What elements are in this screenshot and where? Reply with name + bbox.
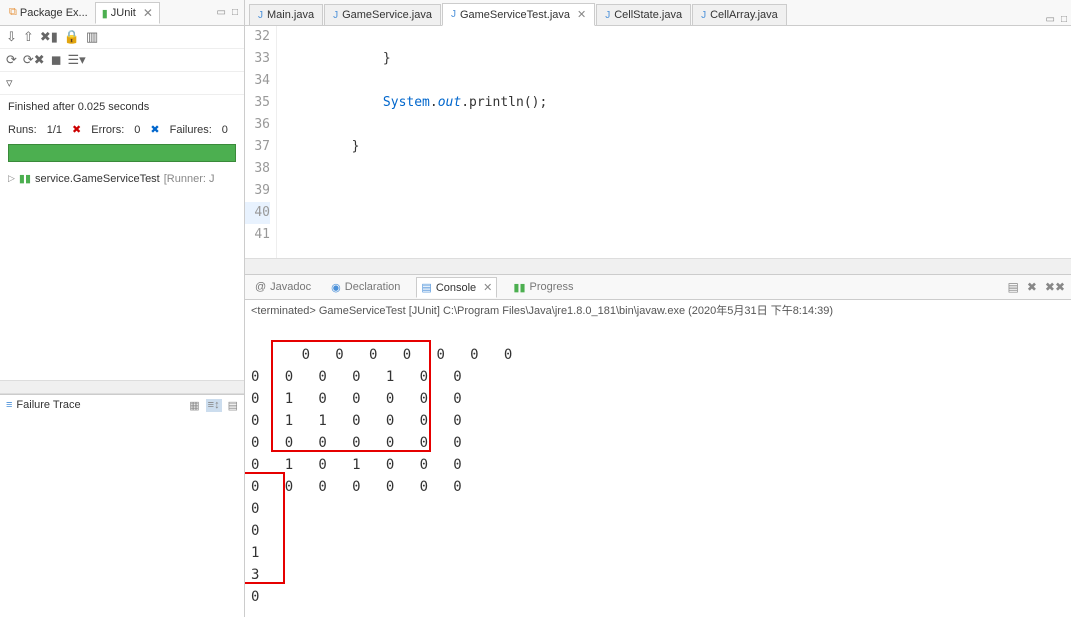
minimize-icon[interactable]: ▭ xyxy=(217,7,226,18)
console-icon: ▤ xyxy=(421,281,431,294)
junit-status-text: Finished after 0.025 seconds xyxy=(0,95,244,119)
code-content[interactable]: } System.out.println(); } System.out.pri… xyxy=(277,26,1071,258)
tab-progress[interactable]: ▮▮ Progress xyxy=(509,278,577,297)
minimize-icon[interactable]: ▭ xyxy=(1046,14,1055,25)
editor-tab-label: GameServiceTest.java xyxy=(460,9,570,21)
java-file-icon: J xyxy=(701,10,706,21)
editor-tab-label: GameService.java xyxy=(342,9,432,21)
junit-icon: ▮ xyxy=(102,7,108,20)
errors-value: 0 xyxy=(134,124,140,136)
left-panel: ⧉ Package Ex... ▮ JUnit ✕ ▭ □ ⇩ ⇧ ✖▮ 🔒 ▥… xyxy=(0,0,245,617)
line-gutter: 32 33 34 35 36 37 38 39 40 41 xyxy=(245,26,277,258)
junit-toolbar-2: ⟳ ⟳✖ ◼ ☰▾ xyxy=(0,49,244,72)
failure-trace-header: ≡ Failure Trace ▦ ≡↕ ▤ xyxy=(0,394,244,416)
console-header: <terminated> GameServiceTest [JUnit] C:\… xyxy=(245,300,1071,320)
tab-declaration-label: Declaration xyxy=(345,281,401,293)
rerun-fail-icon[interactable]: ⟳✖ xyxy=(23,52,45,68)
tab-console-label: Console xyxy=(436,282,476,294)
close-icon[interactable]: ✕ xyxy=(483,281,492,294)
runs-label: Runs: xyxy=(8,124,37,136)
tab-progress-label: Progress xyxy=(530,281,574,293)
tab-junit[interactable]: ▮ JUnit ✕ xyxy=(95,2,160,24)
tab-junit-label: JUnit xyxy=(111,7,136,19)
code-editor[interactable]: 32 33 34 35 36 37 38 39 40 41 } System.o… xyxy=(245,26,1071,258)
tree-expand-icon[interactable]: ▷ xyxy=(8,173,15,184)
editor-tab-gameservice[interactable]: J GameService.java xyxy=(324,4,441,25)
java-file-icon: J xyxy=(605,10,610,21)
editor-scrollbar-h[interactable] xyxy=(245,258,1071,274)
failures-label: Failures: xyxy=(170,124,212,136)
failures-value: 0 xyxy=(222,124,228,136)
open-icon[interactable]: ▤ xyxy=(228,399,238,412)
tab-package-explorer-label: Package Ex... xyxy=(20,7,88,19)
bottom-tabs: @ Javadoc ◉ Declaration ▤ Console ✕ ▮▮ P… xyxy=(245,274,1071,300)
progress-icon: ▮▮ xyxy=(513,281,525,294)
right-panel: J Main.java J GameService.java J GameSer… xyxy=(245,0,1071,617)
console-output[interactable]: 0 0 0 0 0 0 0 0 0 0 0 1 0 0 0 1 0 0 0 0 … xyxy=(245,320,1071,617)
junit-toolbar-1: ⇩ ⇧ ✖▮ 🔒 ▥ xyxy=(0,26,244,49)
progress-bar xyxy=(8,144,236,162)
prev-icon[interactable]: ⇩ xyxy=(6,29,17,45)
editor-tab-label: CellArray.java xyxy=(710,9,778,21)
rerun-icon[interactable]: ⟳ xyxy=(6,52,17,68)
failure-trace-icon: ≡ xyxy=(6,399,12,411)
tab-package-explorer[interactable]: ⧉ Package Ex... xyxy=(2,2,95,23)
declaration-icon: ◉ xyxy=(331,281,341,294)
collapse-icon[interactable]: ▿ xyxy=(6,75,13,91)
error-icon: ✖ xyxy=(72,123,81,136)
failure-trace-label: Failure Trace xyxy=(16,399,185,411)
failure-icon: ✖ xyxy=(150,123,159,136)
maximize-icon[interactable]: □ xyxy=(232,7,238,18)
history-icon[interactable]: ☰▾ xyxy=(68,52,86,68)
errors-label: Errors: xyxy=(91,124,124,136)
remove-all-icon[interactable]: ✖✖ xyxy=(1045,280,1065,294)
java-file-icon: J xyxy=(333,10,338,21)
editor-tab-cellstate[interactable]: J CellState.java xyxy=(596,4,691,25)
filter-icon[interactable]: ≡↕ xyxy=(206,399,222,412)
test-item-root[interactable]: ▷ ▮▮ service.GameServiceTest [Runner: J xyxy=(8,172,236,185)
view-tabs: ⧉ Package Ex... ▮ JUnit ✕ ▭ □ xyxy=(0,0,244,26)
tab-console[interactable]: ▤ Console ✕ xyxy=(416,277,497,298)
editor-tabs: J Main.java J GameService.java J GameSer… xyxy=(245,0,1071,26)
junit-counts: Runs: 1/1 ✖ Errors: 0 ✖ Failures: 0 xyxy=(0,119,244,140)
test-pass-icon: ▮▮ xyxy=(19,172,31,185)
remove-icon[interactable]: ✖ xyxy=(1027,280,1037,294)
tab-javadoc-label: Javadoc xyxy=(270,281,311,293)
javadoc-icon: @ xyxy=(255,281,266,293)
editor-tab-label: Main.java xyxy=(267,9,314,21)
test-name: service.GameServiceTest xyxy=(35,173,160,185)
maximize-icon[interactable]: □ xyxy=(1061,14,1067,25)
pin-icon[interactable]: ▤ xyxy=(1007,280,1018,294)
editor-tab-cellarray[interactable]: J CellArray.java xyxy=(692,4,787,25)
console-text: 0 0 0 0 0 0 0 0 0 0 0 1 0 0 0 1 0 0 0 0 … xyxy=(251,347,512,605)
close-icon[interactable]: ✕ xyxy=(577,8,586,21)
fail-only-icon[interactable]: ✖▮ xyxy=(40,29,58,45)
editor-tab-gameservicetest[interactable]: J GameServiceTest.java ✕ xyxy=(442,3,595,26)
runner-suffix: [Runner: J xyxy=(164,173,215,185)
layout-icon[interactable]: ▥ xyxy=(86,29,98,45)
java-file-icon: J xyxy=(258,10,263,21)
scroll-lock-icon[interactable]: 🔒 xyxy=(64,29,80,45)
tab-declaration[interactable]: ◉ Declaration xyxy=(327,278,404,297)
test-tree: ▷ ▮▮ service.GameServiceTest [Runner: J xyxy=(0,166,244,380)
next-icon[interactable]: ⇧ xyxy=(23,29,34,45)
stop-icon[interactable]: ◼ xyxy=(51,52,62,68)
editor-tab-label: CellState.java xyxy=(614,9,682,21)
compare-icon[interactable]: ▦ xyxy=(189,399,199,412)
tab-javadoc[interactable]: @ Javadoc xyxy=(251,278,315,296)
close-icon[interactable]: ✕ xyxy=(143,6,153,20)
left-scrollbar-h[interactable] xyxy=(0,380,244,394)
runs-value: 1/1 xyxy=(47,124,62,136)
editor-tab-main[interactable]: J Main.java xyxy=(249,4,323,25)
java-file-icon: J xyxy=(451,9,456,20)
package-icon: ⧉ xyxy=(9,6,17,19)
junit-toolbar-3: ▿ xyxy=(0,72,244,95)
